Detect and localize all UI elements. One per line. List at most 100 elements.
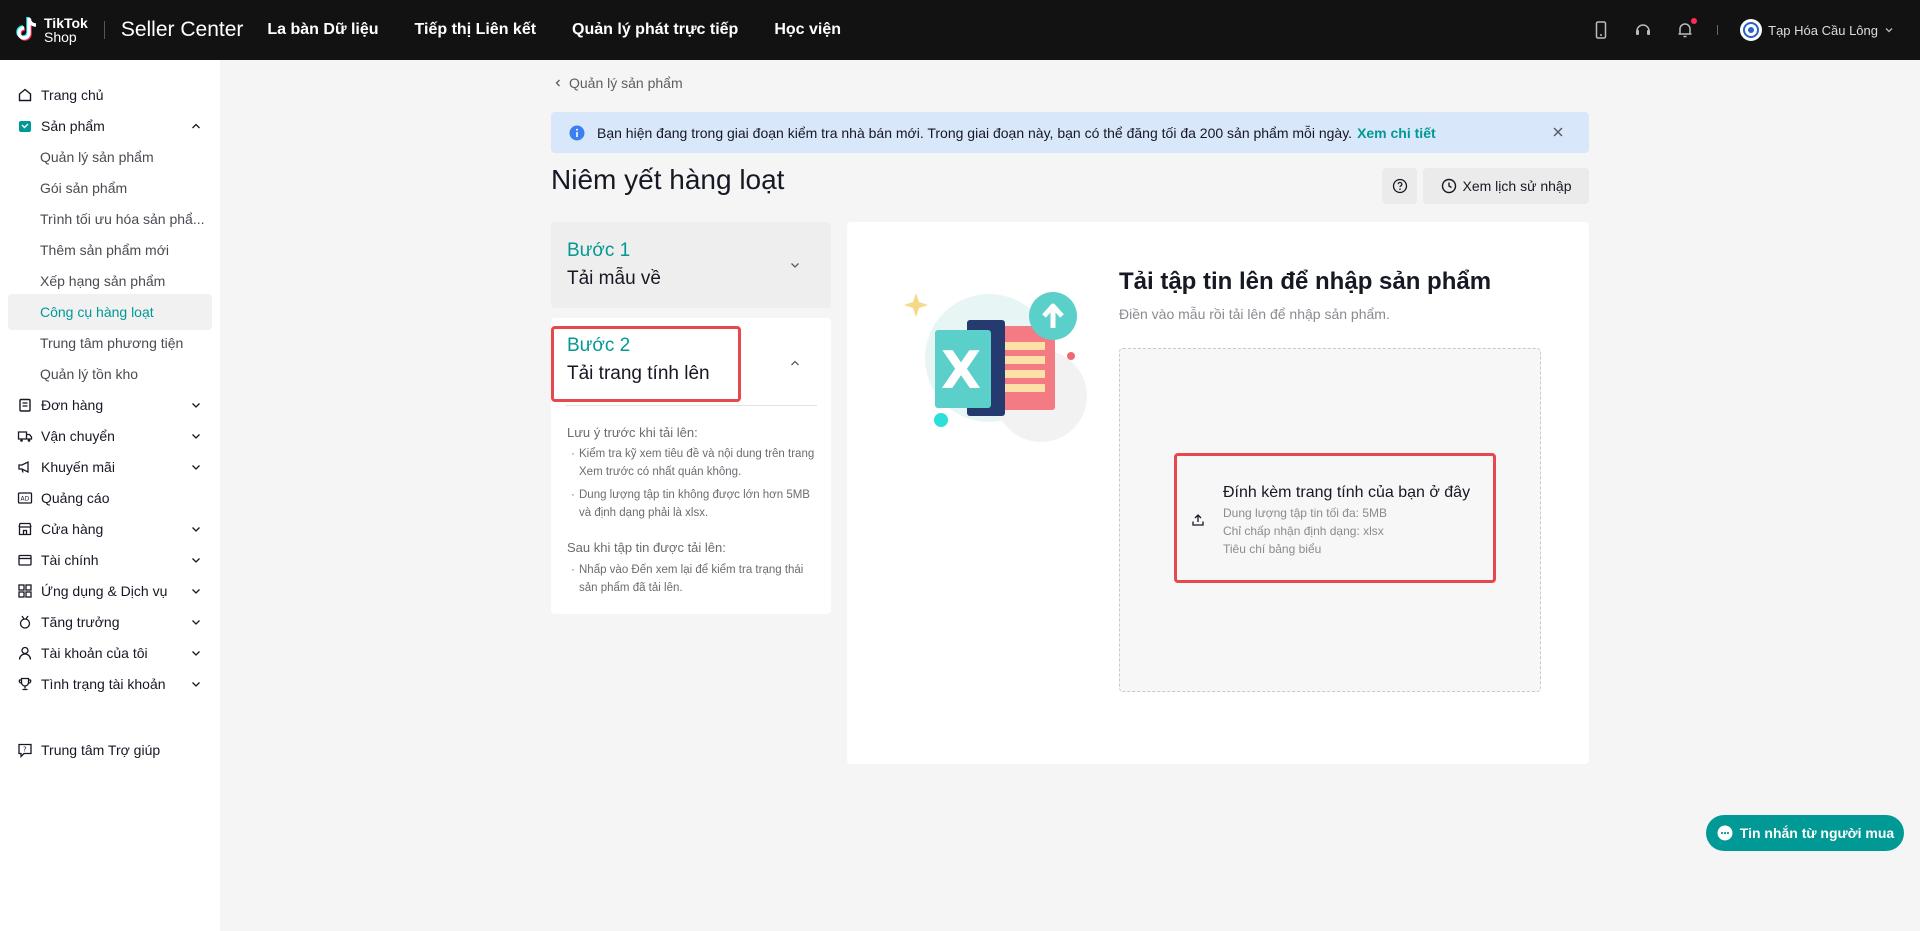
before-upload-note: Kiểm tra kỹ xem tiêu đề và nội dung trên… (567, 445, 817, 481)
excel-upload-illustration: X (904, 292, 1087, 442)
sidebar-item-label: Tăng trưởng (41, 614, 120, 630)
storefront-icon (18, 522, 32, 536)
tiktok-shop-logo[interactable]: TikTok Shop (14, 16, 88, 44)
step-2-panel: Bước 2 Tải trang tính lên Lưu ý trước kh… (551, 318, 831, 614)
upload-subtitle: Điền vào mẫu rồi tải lên để nhập sản phẩ… (1119, 306, 1390, 322)
divider (565, 405, 817, 406)
help-button[interactable] (1382, 168, 1417, 204)
header-actions: Tạp Hóa Cầu Lông (1591, 0, 1894, 60)
support-headset-icon[interactable] (1633, 20, 1653, 40)
chevron-left-icon (555, 79, 560, 87)
sidebar-item-label: Cửa hàng (41, 521, 104, 537)
medal-icon (19, 615, 31, 629)
upload-title: Tải tập tin lên để nhập sản phẩm (1119, 268, 1492, 295)
chevron-down-icon (1885, 28, 1893, 33)
attach-criteria: Tiêu chí bảng biểu (1223, 542, 1322, 556)
buyer-messages-button[interactable]: Tin nhắn từ người mua (1706, 815, 1904, 851)
megaphone-icon (18, 460, 29, 474)
nav-affiliate[interactable]: Tiếp thị Liên kết (415, 21, 537, 39)
sidebar-item-account-health[interactable]: Tình trạng tài khoản (8, 666, 212, 702)
top-bar: TikTok Shop Seller Center La bàn Dữ liệu… (0, 0, 1920, 60)
svg-text:AD: AD (21, 496, 30, 503)
attach-size-limit: Dung lượng tập tin tối đa: 5MB (1223, 506, 1387, 520)
attach-highlight[interactable]: Đính kèm trang tính của bạn ở đây Dung l… (1174, 453, 1496, 583)
sidebar-item-label: Vận chuyển (41, 428, 115, 444)
store-logo-icon (1743, 22, 1760, 38)
svg-text:?: ? (23, 746, 27, 754)
trophy-icon (18, 677, 32, 691)
store-switcher[interactable]: Tạp Hóa Cầu Lông (1740, 19, 1894, 41)
user-icon (18, 646, 32, 660)
help-chat-icon: ? (18, 743, 32, 758)
attach-format: Chỉ chấp nhận định dạng: xlsx (1223, 524, 1384, 538)
sidebar-item-label: Sản phẩm (41, 118, 105, 134)
logo-line1: TikTok (44, 15, 88, 31)
chevron-up-icon (192, 123, 200, 129)
logo-text: TikTok Shop (44, 16, 88, 44)
clipboard-icon (19, 398, 31, 412)
clock-icon (1441, 178, 1456, 194)
attach-title: Đính kèm trang tính của bạn ở đây (1223, 484, 1471, 501)
file-dropzone[interactable]: Đính kèm trang tính của bạn ở đây Dung l… (1119, 348, 1541, 692)
breadcrumb-label: Quản lý sản phẩm (569, 75, 683, 91)
notification-button[interactable] (1675, 18, 1698, 40)
banner-details-link[interactable]: Xem chi tiết (1357, 125, 1436, 141)
chevron-down-icon (192, 465, 200, 470)
before-upload-note: Dung lượng tập tin không được lớn hơn 5M… (567, 486, 817, 522)
chat-bubble-icon (1717, 825, 1733, 841)
import-history-button[interactable]: Xem lịch sử nhập (1423, 168, 1589, 204)
chevron-down-icon (192, 651, 200, 656)
chevron-down-icon (791, 263, 799, 268)
import-history-label: Xem lịch sử nhập (1462, 178, 1572, 194)
step-1-panel[interactable]: Bước 1 Tải mẫu về (551, 222, 831, 308)
before-upload-title: Lưu ý trước khi tải lên: (567, 425, 698, 440)
top-nav: La bàn Dữ liệu Tiếp thị Liên kết Quản lý… (267, 21, 841, 39)
chevron-down-icon (192, 527, 200, 532)
step-2-number: Bước 2 (567, 335, 631, 356)
sidebar: Trang chủ Sản phẩm Quản lý sản phẩm Gói … (0, 60, 220, 931)
notification-dot (1691, 18, 1698, 24)
truck-icon (17, 431, 33, 442)
header-separator (1717, 25, 1719, 35)
after-upload-title: Sau khi tập tin được tải lên: (567, 540, 726, 555)
chevron-down-icon (192, 403, 200, 408)
nav-live[interactable]: Quản lý phát trực tiếp (572, 21, 738, 39)
svg-text:X: X (941, 341, 981, 401)
sidebar-item-help-center[interactable]: ? Trung tâm Trợ giúp (8, 732, 212, 768)
mobile-icon[interactable] (1591, 20, 1611, 40)
sidebar-item-label: Khuyến mãi (41, 459, 115, 475)
home-icon (18, 88, 32, 102)
chevron-up-icon[interactable] (789, 357, 801, 369)
wallet-icon (18, 554, 32, 566)
close-icon[interactable] (1551, 125, 1565, 139)
store-name: Tạp Hóa Cầu Lông (1768, 22, 1878, 38)
header-divider (103, 21, 105, 39)
apps-grid-icon (18, 584, 32, 598)
nav-academy[interactable]: Học viện (774, 21, 841, 39)
store-avatar (1740, 19, 1763, 41)
sidebar-item-label: Trung tâm Trợ giúp (41, 742, 161, 758)
chevron-down-icon (192, 589, 200, 594)
upload-card: X Tải tập tin lên để nhập sản phẩm Điền … (847, 222, 1589, 764)
sidebar-item-label: Trang chủ (41, 87, 104, 103)
chevron-down-icon (192, 558, 200, 563)
chevron-down-icon (192, 620, 200, 625)
sidebar-item-label: Tình trạng tài khoản (41, 676, 166, 692)
step-1-title: Tải mẫu về (567, 268, 661, 289)
sidebar-item-label: Tài chính (41, 552, 99, 568)
after-upload-note: Nhấp vào Đến xem lại để kiểm tra trạng t… (567, 561, 817, 597)
banner-text: Bạn hiện đang trong giai đoạn kiểm tra n… (597, 124, 1353, 141)
chevron-down-icon (192, 434, 200, 439)
product-name: Seller Center (120, 18, 244, 41)
question-circle-icon (1392, 178, 1407, 194)
logo-line2: Shop (44, 29, 77, 45)
sidebar-item-label: Đơn hàng (41, 397, 104, 413)
info-banner: Bạn hiện đang trong giai đoạn kiểm tra n… (551, 112, 1589, 153)
step-2-title: Tải trang tính lên (567, 363, 710, 384)
nav-data-compass[interactable]: La bàn Dữ liệu (267, 21, 378, 39)
sidebar-item-label: Ứng dụng & Dịch vụ (41, 583, 168, 599)
step-1-number: Bước 1 (567, 240, 631, 261)
breadcrumb-back-link[interactable]: Quản lý sản phẩm (553, 75, 683, 91)
upload-icon (1192, 514, 1204, 526)
sidebar-item-label: Tài khoản của tôi (41, 645, 148, 661)
